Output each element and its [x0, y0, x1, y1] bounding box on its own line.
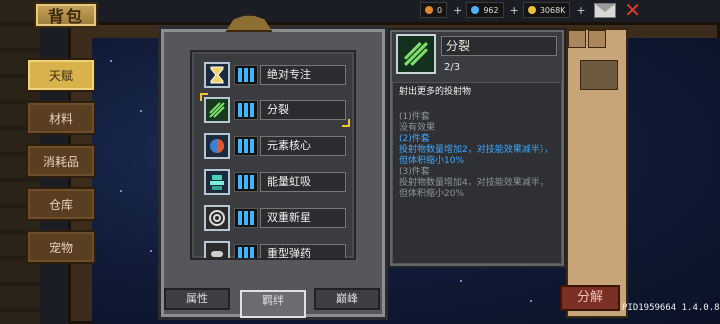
add-blue-coin-button[interactable]: + [510, 4, 519, 17]
tab-consumables[interactable]: 消耗品 [26, 144, 96, 178]
talent-row-energy-siphon[interactable]: 能量虹吸 [204, 169, 346, 195]
heavy-ammo-icon [204, 241, 230, 258]
gem-icon [425, 6, 433, 14]
currency-gold: 3068K [522, 2, 571, 18]
background-star [460, 280, 462, 282]
talent-row-split[interactable]: 分裂 [200, 93, 350, 127]
version-label: PID1959664 1.4.0.8 [622, 303, 720, 313]
element-core-icon [204, 133, 230, 159]
currency-value: 962 [483, 5, 499, 15]
page-title: 背包 [34, 2, 98, 28]
talent-label: 元素核心 [260, 136, 346, 156]
background-star [120, 190, 122, 192]
inventory-tab[interactable] [568, 30, 586, 48]
mail-icon[interactable] [593, 2, 616, 18]
hourglass-icon [204, 62, 230, 88]
gold-coin-icon [527, 6, 536, 14]
tab-peak[interactable]: 巅峰 [314, 288, 380, 310]
level-1-text: 没有效果 [399, 123, 436, 133]
currency-blue-coin: 962 [466, 2, 504, 18]
tab-talent[interactable]: 天赋 [26, 58, 96, 92]
add-gem-button[interactable]: + [453, 4, 462, 17]
inventory-tabs [566, 30, 628, 48]
talent-level-bars [234, 100, 258, 120]
talent-level-bars [234, 208, 258, 228]
tab-attributes[interactable]: 属性 [164, 288, 230, 310]
talent-name: 分裂 [441, 36, 557, 56]
currency-value: 3068K [539, 5, 566, 15]
tab-warehouse[interactable]: 仓库 [26, 187, 96, 221]
level-3-title: (3)件套 [399, 167, 430, 177]
currency-bar: 0 + 962 + 3068K + ✕ [420, 0, 710, 20]
double-nova-icon [204, 205, 230, 231]
talent-list[interactable]: 绝对专注 分裂 元素核心 能量虹吸 双重新星 重型弹药 [190, 50, 356, 260]
add-gold-button[interactable]: + [576, 4, 585, 17]
talent-level: 2/3 [444, 62, 461, 73]
close-icon[interactable]: ✕ [624, 0, 642, 20]
talent-level-bars [234, 65, 258, 85]
background-star [110, 60, 112, 62]
background-star [150, 250, 152, 252]
level-2-title: (2)件套 [399, 134, 430, 144]
talent-row-heavy-ammo[interactable]: 重型弹药 [204, 241, 346, 258]
tab-pets[interactable]: 宠物 [26, 230, 96, 264]
bottom-tabs: 属性 羁绊 巅峰 [158, 288, 388, 318]
level-2-text: 投射物数量增加2，对技能效果减半），但体积缩小10% [399, 145, 554, 166]
talent-description: 射出更多的投射物 [399, 87, 472, 97]
talent-row-absolute-focus[interactable]: 绝对专注 [204, 62, 346, 88]
decompose-button[interactable]: 分解 [560, 285, 620, 311]
talent-label: 绝对专注 [260, 65, 346, 85]
talent-row-double-nova[interactable]: 双重新星 [204, 205, 346, 231]
tab-bonds[interactable]: 羁绊 [240, 290, 306, 318]
background-star [530, 300, 532, 302]
tab-materials[interactable]: 材料 [26, 101, 96, 135]
talent-label: 能量虹吸 [260, 172, 346, 192]
category-tabs: 天赋 材料 消耗品 仓库 宠物 [26, 58, 96, 273]
talent-label: 分裂 [260, 100, 346, 120]
inventory-slot[interactable] [580, 60, 618, 90]
currency-value: 0 [437, 5, 443, 15]
energy-siphon-icon [204, 169, 230, 195]
talent-level-bars [234, 244, 258, 258]
split-arrows-icon [204, 97, 230, 123]
blue-coin-icon [471, 6, 480, 14]
talent-description-box: 射出更多的投射物 (1)件套 没有效果 (2)件套 投射物数量增加2，对技能效果… [392, 82, 562, 264]
inventory-tab[interactable] [588, 30, 606, 48]
talent-label: 重型弹药 [260, 244, 346, 258]
talent-label: 双重新星 [260, 208, 346, 228]
talent-level-bars [234, 136, 258, 156]
level-1-title: (1)件套 [399, 112, 430, 122]
talent-level-bars [234, 172, 258, 192]
level-3-text: 投射物数量增加4，对技能效果减半，但体积缩小20% [399, 178, 549, 199]
background-star [140, 110, 142, 112]
talent-row-element-core[interactable]: 元素核心 [204, 133, 346, 159]
currency-gem: 0 [420, 2, 448, 18]
split-arrows-icon [396, 34, 436, 74]
